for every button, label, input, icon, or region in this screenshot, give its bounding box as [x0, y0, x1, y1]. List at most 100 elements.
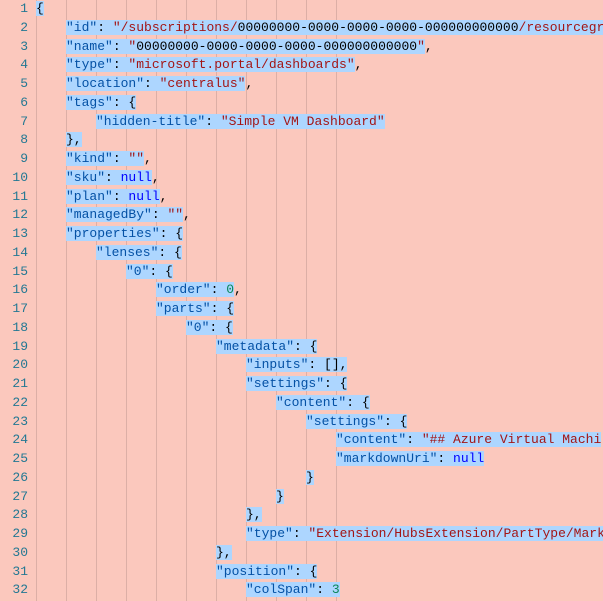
code-line[interactable]: }, — [36, 131, 603, 150]
token: "type" — [66, 57, 113, 72]
token: : — [211, 282, 227, 297]
token: 00000000-0000-0000-0000-000000000000 — [136, 39, 417, 54]
code-line[interactable]: "0": { — [36, 319, 603, 338]
line-number: 29 — [4, 525, 28, 544]
token: "content" — [336, 432, 406, 447]
token: : — [437, 451, 453, 466]
code-line[interactable]: "parts": { — [36, 300, 603, 319]
token: "/subscriptions/ — [113, 20, 238, 35]
code-line[interactable]: "kind": "", — [36, 150, 603, 169]
token: , — [245, 76, 253, 91]
line-number: 22 — [4, 394, 28, 413]
token: "inputs" — [246, 357, 308, 372]
token: }, — [216, 545, 232, 560]
code-line[interactable]: "plan": null, — [36, 188, 603, 207]
token: "" — [167, 207, 183, 222]
code-line[interactable]: "name": "00000000-0000-0000-0000-0000000… — [36, 38, 603, 57]
code-line[interactable]: "sku": null, — [36, 169, 603, 188]
line-number: 8 — [4, 131, 28, 150]
token: : { — [160, 226, 183, 241]
token: : { — [149, 264, 172, 279]
token: : — [316, 582, 332, 597]
code-editor[interactable]: 1234567891011121314151617181920212223242… — [0, 0, 603, 601]
line-number: 9 — [4, 150, 28, 169]
line-number: 25 — [4, 450, 28, 469]
token: "colSpan" — [246, 582, 316, 597]
code-line[interactable]: "inputs": [], — [36, 356, 603, 375]
line-number: 19 — [4, 338, 28, 357]
token: /resourcegroups — [519, 20, 603, 35]
code-line[interactable]: "managedBy": "", — [36, 206, 603, 225]
token: " — [417, 39, 425, 54]
token: "settings" — [246, 376, 324, 391]
code-line[interactable]: "type": "Extension/HubsExtension/PartTyp… — [36, 525, 603, 544]
token: : { — [113, 95, 136, 110]
line-number: 23 — [4, 413, 28, 432]
line-number: 13 — [4, 225, 28, 244]
code-line[interactable]: "content": { — [36, 394, 603, 413]
token: : — [293, 526, 309, 541]
line-number: 3 — [4, 38, 28, 57]
code-line[interactable]: "tags": { — [36, 94, 603, 113]
token: "managedBy" — [66, 207, 152, 222]
code-line[interactable]: "lenses": { — [36, 244, 603, 263]
token: "kind" — [66, 151, 113, 166]
token: { — [36, 1, 44, 16]
token: : { — [324, 376, 347, 391]
token: : — [113, 57, 129, 72]
token: null — [453, 451, 484, 466]
token: null — [128, 189, 159, 204]
token: "lenses" — [96, 245, 158, 260]
line-number: 5 — [4, 75, 28, 94]
code-line[interactable]: "0": { — [36, 263, 603, 282]
code-line[interactable]: }, — [36, 506, 603, 525]
code-line[interactable]: "settings": { — [36, 375, 603, 394]
code-line[interactable]: "markdownUri": null — [36, 450, 603, 469]
token: "## Azure Virtual Machi — [422, 432, 601, 447]
code-line[interactable]: "location": "centralus", — [36, 75, 603, 94]
token: "id" — [66, 20, 97, 35]
code-line[interactable]: } — [36, 469, 603, 488]
line-number: 15 — [4, 263, 28, 282]
code-area[interactable]: { "id": "/subscriptions/00000000-0000-000… — [36, 0, 603, 601]
code-line[interactable]: } — [36, 488, 603, 507]
line-number: 28 — [4, 506, 28, 525]
token: : { — [209, 320, 232, 335]
token: "parts" — [156, 301, 211, 316]
token: "0" — [126, 264, 149, 279]
code-line[interactable]: "id": "/subscriptions/00000000-0000-0000… — [36, 19, 603, 38]
code-line[interactable]: }, — [36, 544, 603, 563]
line-number: 20 — [4, 356, 28, 375]
code-line[interactable]: "settings": { — [36, 413, 603, 432]
line-number: 12 — [4, 206, 28, 225]
code-line[interactable]: "colSpan": 3 — [36, 581, 603, 600]
code-line[interactable]: "order": 0, — [36, 281, 603, 300]
code-line[interactable]: "content": "## Azure Virtual Machi — [36, 431, 603, 450]
line-number: 10 — [4, 169, 28, 188]
token: : — [205, 114, 221, 129]
token: "sku" — [66, 170, 105, 185]
token: 0 — [226, 282, 234, 297]
code-line[interactable]: "position": { — [36, 563, 603, 582]
code-line[interactable]: "properties": { — [36, 225, 603, 244]
token: , — [355, 57, 363, 72]
token: : — [152, 207, 168, 222]
code-line[interactable]: "metadata": { — [36, 338, 603, 357]
line-number: 24 — [4, 431, 28, 450]
token: : { — [294, 339, 317, 354]
token: "0" — [186, 320, 209, 335]
code-line[interactable]: "hidden-title": "Simple VM Dashboard" — [36, 113, 603, 132]
token: 00000000-0000-0000-0000-000000000000 — [238, 20, 519, 35]
line-number: 4 — [4, 56, 28, 75]
line-number: 14 — [4, 244, 28, 263]
line-number-gutter: 1234567891011121314151617181920212223242… — [0, 0, 36, 601]
token: "position" — [216, 564, 294, 579]
token: , — [425, 39, 433, 54]
line-number: 1 — [4, 0, 28, 19]
code-line[interactable]: "type": "microsoft.portal/dashboards", — [36, 56, 603, 75]
code-line[interactable]: { — [36, 0, 603, 19]
line-number: 16 — [4, 281, 28, 300]
token: "" — [128, 151, 144, 166]
line-number: 26 — [4, 469, 28, 488]
line-number: 11 — [4, 188, 28, 207]
